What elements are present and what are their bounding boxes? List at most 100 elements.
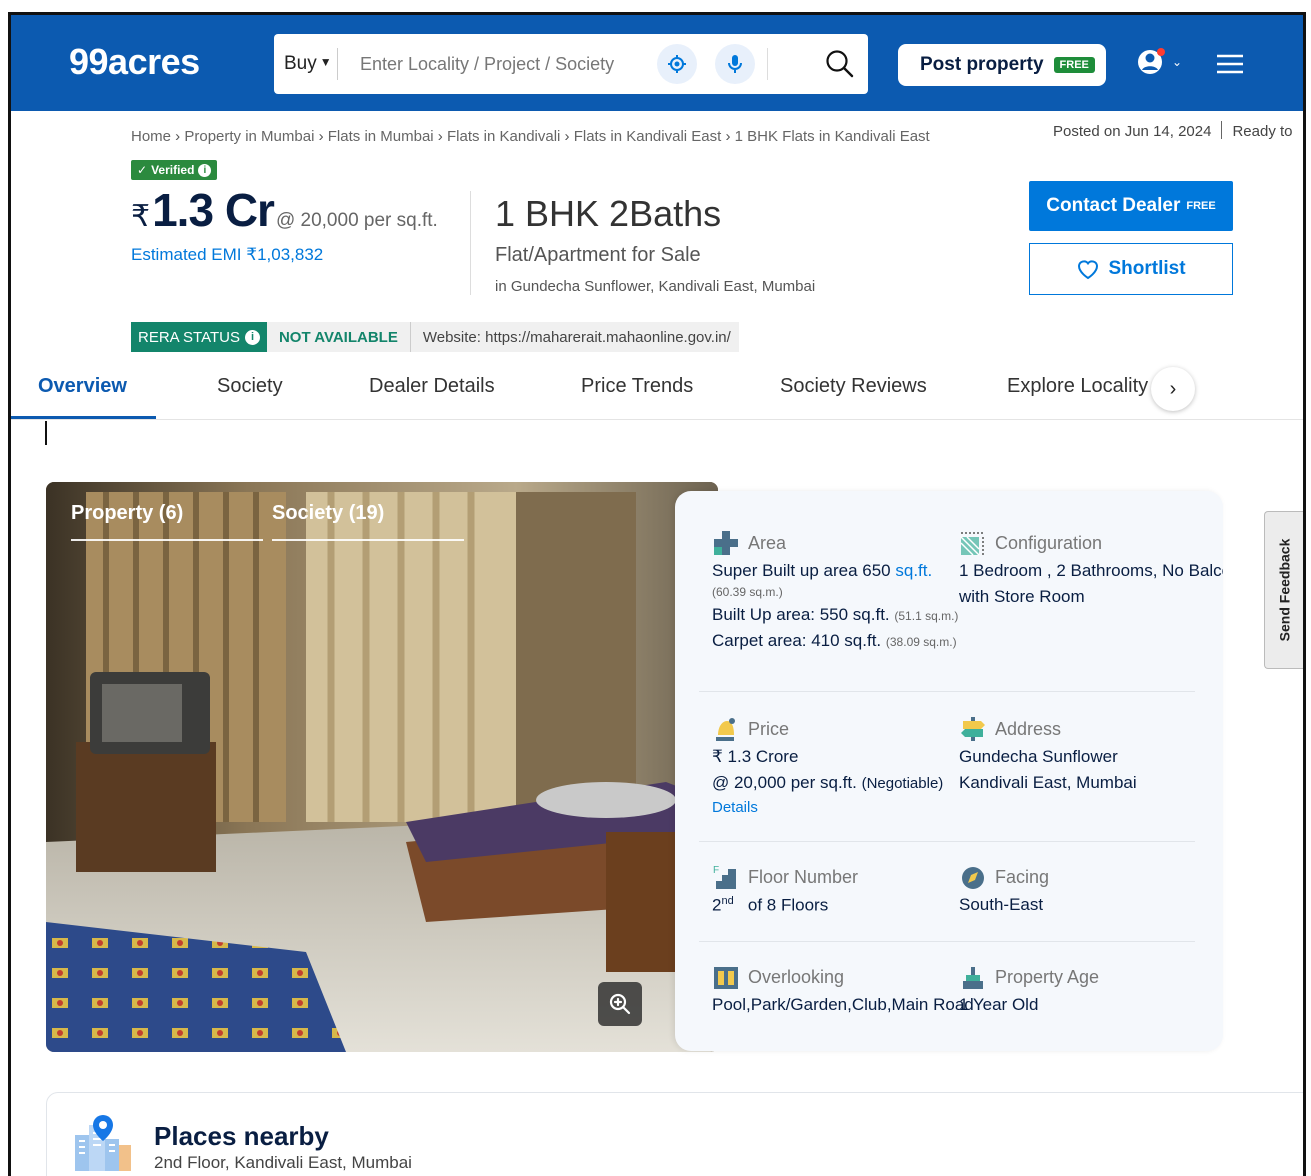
price-tag-icon [716,718,735,741]
breadcrumb-item[interactable]: Flats in Mumbai [328,128,434,145]
check-icon: ✓ [137,163,148,177]
photo-gallery[interactable]: Property (6) Society (19) [46,482,718,1052]
contact-dealer-label: Contact Dealer [1046,195,1181,216]
address-line2: Kandivali East, Mumbai [959,773,1137,792]
divider [337,48,338,80]
info-icon[interactable]: i [198,163,212,177]
posted-date: Posted on Jun 14, 2024 [1053,123,1212,140]
divider [699,941,1195,942]
detail-floor: F Floor Number 2nd of 8 Floors [712,863,952,916]
section-tabs: Overview Society Dealer Details Price Tr… [11,360,1303,420]
price-details-link[interactable]: Details [712,799,972,816]
info-icon[interactable]: i [244,329,260,345]
price-block: ₹ 1.3 Cr @ 20,000 per sq.ft. [131,183,438,237]
price-label: Price [712,715,972,743]
property-age-label-text: Property Age [995,966,1100,987]
rera-website[interactable]: Website: https://maharerait.mahaonline.g… [410,322,739,352]
zoom-in-icon [609,993,631,1015]
chevron-down-icon: ▼ [319,55,332,69]
super-built-area-value: Super Built up area 650 [712,561,891,580]
logo[interactable]: 99acres [69,41,200,83]
search-button[interactable] [822,46,858,82]
floor-label-text: Floor Number [748,866,859,887]
detail-facing: Facing South-East [959,863,1199,915]
voice-search-button[interactable] [715,44,755,84]
price-per-sqft-detail: @ 20,000 per sq.ft. (Negotiable) [712,773,972,793]
search-box: Buy ▼ [274,34,868,94]
chevron-right-icon: › [1169,377,1177,400]
divider [767,48,768,80]
building-age-icon [963,967,983,989]
locate-icon [668,55,686,73]
property-location: in Gundecha Sunflower, Kandivali East, M… [495,278,816,295]
area-icon [714,531,738,555]
location-button[interactable] [657,44,697,84]
tab-society[interactable]: Society [217,375,283,398]
search-icon [826,50,854,78]
negotiable-label: (Negotiable) [861,775,944,792]
places-nearby-title: Places nearby [154,1121,329,1151]
built-up-area-sqm: (51.1 sq.m.) [894,609,959,623]
breadcrumb-item[interactable]: Home [131,128,171,145]
tab-explore-locality[interactable]: Explore Locality [1007,375,1148,398]
shortlist-button[interactable]: Shortlist [1029,243,1233,295]
verified-label: Verified [151,163,195,177]
property-age-label: Property Age [959,963,1199,991]
heart-icon [1078,260,1099,280]
contact-dealer-button[interactable]: Contact Dealer FREE [1029,181,1233,231]
buy-dropdown[interactable]: Buy ▼ [284,53,332,75]
tab-dealer-details[interactable]: Dealer Details [369,375,495,398]
price-per-sqft-value: @ 20,000 per sq.ft. [712,773,857,792]
svg-text:F: F [713,865,719,876]
zoom-button[interactable] [598,982,642,1026]
rera-bar: RERA STATUS i NOT AVAILABLE Website: htt… [131,322,739,352]
price-value: 1.3 Cr [152,184,275,236]
gallery-tab-property[interactable]: Property (6) [71,502,263,541]
tab-overview[interactable]: Overview [38,375,127,398]
detail-configuration: Configuration 1 Bedroom , 2 Bathrooms, N… [959,529,1223,607]
hamburger-menu-button[interactable] [1215,52,1245,76]
area-label: Area [712,529,962,557]
breadcrumb-item[interactable]: Property in Mumbai [184,128,314,145]
gallery-tab-society[interactable]: Society (19) [272,502,464,541]
divider [699,691,1195,692]
breadcrumb-item[interactable]: Flats in Kandivali [447,128,560,145]
breadcrumb-item[interactable]: 1 BHK Flats in Kandivali East [735,128,930,145]
divider [699,841,1195,842]
chevron-down-icon: ⌄ [1172,55,1183,69]
post-property-button[interactable]: Post property FREE [898,44,1106,86]
tabs-next-button[interactable]: › [1151,367,1195,411]
shortlist-label: Shortlist [1108,258,1186,279]
facing-label: Facing [959,863,1199,891]
configuration-label: Configuration [959,529,1223,557]
top-navbar: 99acres Buy▼ Post property FREE ⌄ [11,15,1303,111]
tab-price-trends[interactable]: Price Trends [581,375,693,398]
search-input[interactable] [360,49,640,79]
buy-dropdown-label: Buy [284,53,317,74]
window-icon [714,967,738,989]
price-per-sqft: @ 20,000 per sq.ft. [275,210,438,231]
breadcrumb-item[interactable]: Flats in Kandivali East [574,128,722,145]
text-cursor [45,421,47,445]
user-menu-button[interactable]: ⌄ [1136,44,1188,80]
facing-label-text: Facing [995,866,1050,887]
floor-suffix: nd [721,895,734,907]
floor-icon: F [713,865,736,889]
listing-configuration: 1 BHK 2Baths [495,193,722,234]
compass-icon [962,867,984,889]
carpet-area-sqm: (38.09 sq.m.) [885,635,957,649]
area-unit-toggle[interactable]: sq.ft. [895,561,932,580]
estimated-emi-link[interactable]: Estimated EMI ₹1,03,832 [131,245,323,265]
breadcrumb: Home › Property in Mumbai › Flats in Mum… [131,128,930,145]
rera-status-text: RERA STATUS [138,328,240,346]
free-badge: FREE [1186,200,1216,212]
address-line1: Gundecha Sunflower [959,747,1118,766]
configuration-label-text: Configuration [995,532,1103,553]
property-age-value: 1 Year Old [959,995,1039,1014]
configuration-line2: with Store Room [959,587,1085,606]
post-property-label: Post property [920,54,1044,75]
total-floors: of 8 Floors [747,895,829,915]
detail-address: Address Gundecha Sunflower Kandivali Eas… [959,715,1199,793]
tab-society-reviews[interactable]: Society Reviews [780,375,927,398]
send-feedback-button[interactable]: Send Feedback [1264,511,1303,669]
